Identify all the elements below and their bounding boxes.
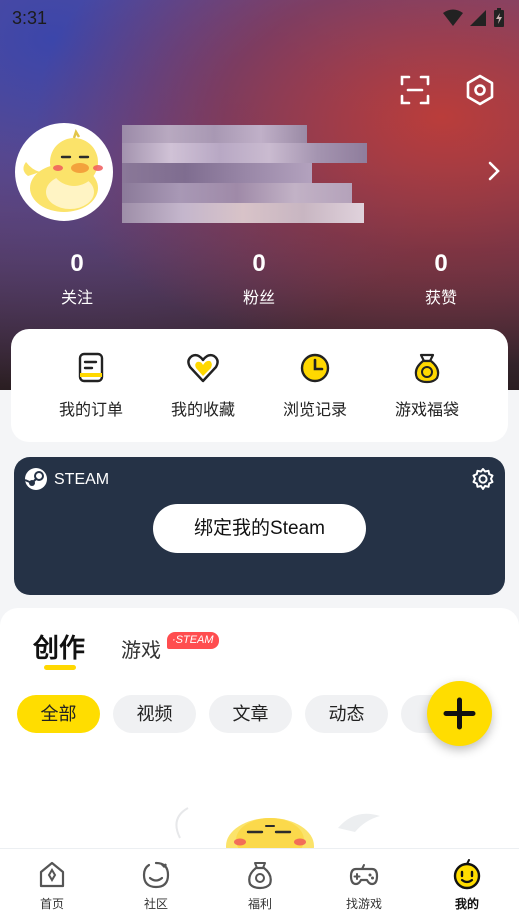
quick-item-label: 我的收藏 (170, 402, 235, 419)
steam-logo-icon (24, 468, 47, 490)
gamepad-icon (349, 864, 379, 886)
clock-icon (300, 353, 330, 383)
stat-value: 0 (70, 250, 84, 277)
tab-game[interactable]: 游戏 (121, 634, 161, 663)
nav-label: 福利 (247, 897, 272, 911)
stat-label: 粉丝 (242, 290, 275, 307)
status-time: 3:31 (12, 8, 48, 28)
community-icon (142, 861, 170, 889)
tab-create[interactable]: 创作 (33, 628, 85, 665)
create-post-fab[interactable] (427, 681, 492, 746)
nav-item-welfare[interactable]: 福利 (220, 859, 300, 912)
signal-icon (470, 10, 486, 26)
welfare-icon (248, 862, 272, 890)
order-icon (78, 352, 104, 383)
avatar[interactable] (15, 123, 113, 221)
nav-item-mine[interactable]: 我的 (427, 859, 507, 912)
bottom-nav: 首页 社区 福利 找游戏 我的 (0, 848, 519, 923)
status-bar: 3:31 (0, 0, 519, 36)
stat-following[interactable]: 0 关注 (37, 250, 117, 308)
nav-item-community[interactable]: 社区 (116, 859, 196, 912)
plus-icon (443, 697, 476, 730)
lucky-bag-icon (414, 353, 440, 384)
status-icons (443, 8, 505, 28)
empty-state-duck-icon (175, 807, 380, 848)
scan-icon[interactable] (398, 73, 432, 107)
wifi-icon (443, 9, 463, 26)
settings-icon[interactable] (463, 73, 497, 107)
stat-label: 关注 (60, 290, 93, 307)
nav-item-home[interactable]: 首页 (12, 859, 92, 912)
username-pixelated[interactable] (122, 125, 367, 225)
steam-label: STEAM (54, 471, 110, 488)
nav-label: 社区 (143, 897, 168, 911)
quick-item-favorites[interactable]: 我的收藏 (148, 351, 258, 420)
home-icon (39, 861, 65, 888)
nav-label: 首页 (39, 897, 64, 911)
stat-followers[interactable]: 0 粉丝 (219, 250, 299, 308)
bind-steam-button[interactable]: 绑定我的Steam (153, 504, 366, 553)
steam-settings-icon[interactable] (471, 467, 495, 491)
stat-value: 0 (434, 250, 448, 277)
tab-active-indicator (44, 665, 76, 670)
quick-item-label: 游戏福袋 (394, 402, 459, 419)
filter-chip-article[interactable]: 文章 (209, 695, 292, 733)
quick-item-label: 浏览记录 (282, 402, 347, 419)
mine-icon (453, 859, 481, 890)
stat-label: 获赞 (424, 290, 457, 307)
stat-likes[interactable]: 0 获赞 (401, 250, 481, 308)
quick-item-lucky-bag[interactable]: 游戏福袋 (372, 351, 482, 420)
quick-item-orders[interactable]: 我的订单 (36, 351, 146, 420)
steam-badge: ·STEAM (167, 632, 219, 649)
filter-chip-all[interactable]: 全部 (17, 695, 100, 733)
quick-item-history[interactable]: 浏览记录 (260, 351, 370, 420)
quick-item-label: 我的订单 (58, 402, 123, 419)
nav-item-find-games[interactable]: 找游戏 (324, 859, 404, 912)
battery-icon (494, 8, 504, 27)
quick-actions-card: 我的订单 我的收藏 浏览记录 游戏福袋 (11, 329, 508, 442)
nav-label: 找游戏 (345, 897, 382, 911)
filter-chip-moments[interactable]: 动态 (305, 695, 388, 733)
stat-value: 0 (252, 250, 266, 277)
duck-mascot-icon (23, 129, 103, 212)
steam-card: STEAM 绑定我的Steam (14, 457, 505, 595)
heart-icon (187, 353, 219, 383)
nav-label: 我的 (454, 897, 479, 911)
filter-chip-video[interactable]: 视频 (113, 695, 196, 733)
profile-chevron-right-icon[interactable] (487, 160, 501, 187)
